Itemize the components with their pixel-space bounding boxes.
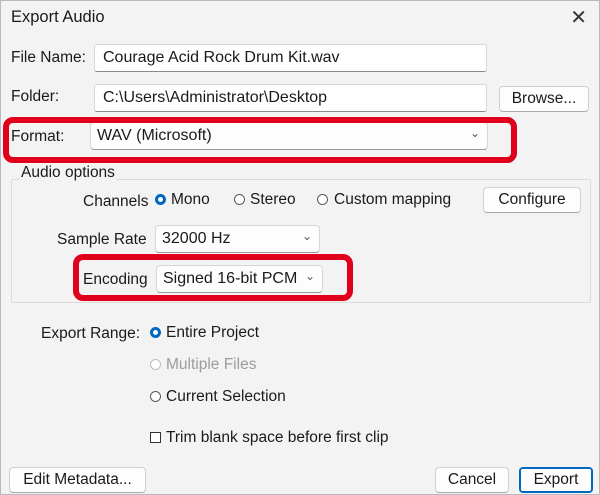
format-label: Format:: [11, 128, 65, 145]
encoding-label: Encoding: [83, 271, 148, 288]
sample-rate-value: 32000 Hz: [162, 230, 231, 247]
sample-rate-label: Sample Rate: [57, 231, 147, 248]
export-button[interactable]: Export: [519, 467, 593, 493]
edit-metadata-button[interactable]: Edit Metadata...: [9, 467, 146, 493]
file-name-input[interactable]: Courage Acid Rock Drum Kit.wav: [94, 44, 487, 72]
dialog-title: Export Audio: [11, 8, 105, 26]
sample-rate-select[interactable]: 32000 Hz ⌄: [155, 225, 320, 253]
channel-custom-radio[interactable]: [317, 194, 328, 205]
range-current-selection-label[interactable]: Current Selection: [166, 388, 286, 406]
folder-input[interactable]: C:\Users\Administrator\Desktop: [94, 84, 487, 112]
format-select[interactable]: WAV (Microsoft) ⌄: [90, 122, 488, 150]
channel-stereo-radio[interactable]: [234, 194, 245, 205]
configure-button[interactable]: Configure: [483, 187, 581, 213]
channel-stereo-label[interactable]: Stereo: [250, 191, 296, 209]
range-entire-project-radio[interactable]: [150, 327, 161, 338]
cancel-button[interactable]: Cancel: [435, 467, 509, 493]
encoding-select[interactable]: Signed 16-bit PCM ⌄: [156, 265, 323, 293]
audio-options-title: Audio options: [19, 164, 117, 182]
chevron-down-icon: ⌄: [301, 229, 312, 243]
trim-blank-label[interactable]: Trim blank space before first clip: [166, 429, 389, 447]
range-multiple-files-radio: [150, 359, 161, 370]
folder-label: Folder:: [11, 88, 60, 105]
channels-label: Channels: [83, 193, 149, 210]
chevron-down-icon: ⌄: [304, 269, 315, 283]
channel-custom-label[interactable]: Custom mapping: [334, 191, 451, 209]
chevron-down-icon: ⌄: [469, 126, 480, 140]
format-select-value: WAV (Microsoft): [97, 127, 212, 144]
range-multiple-files-label: Multiple Files: [166, 356, 257, 373]
browse-button[interactable]: Browse...: [499, 86, 589, 112]
channel-mono-radio[interactable]: [155, 194, 166, 205]
close-icon[interactable]: ✕: [570, 5, 587, 29]
range-entire-project-label[interactable]: Entire Project: [166, 324, 259, 342]
range-current-selection-radio[interactable]: [150, 391, 161, 402]
encoding-value: Signed 16-bit PCM: [163, 270, 298, 287]
export-audio-dialog: Export Audio ✕ File Name: Courage Acid R…: [0, 0, 600, 495]
export-range-label: Export Range:: [41, 325, 141, 342]
title-bar: Export Audio ✕: [1, 1, 599, 35]
trim-blank-checkbox[interactable]: [150, 432, 161, 443]
channel-mono-label[interactable]: Mono: [171, 191, 210, 209]
file-name-label: File Name:: [11, 49, 86, 66]
